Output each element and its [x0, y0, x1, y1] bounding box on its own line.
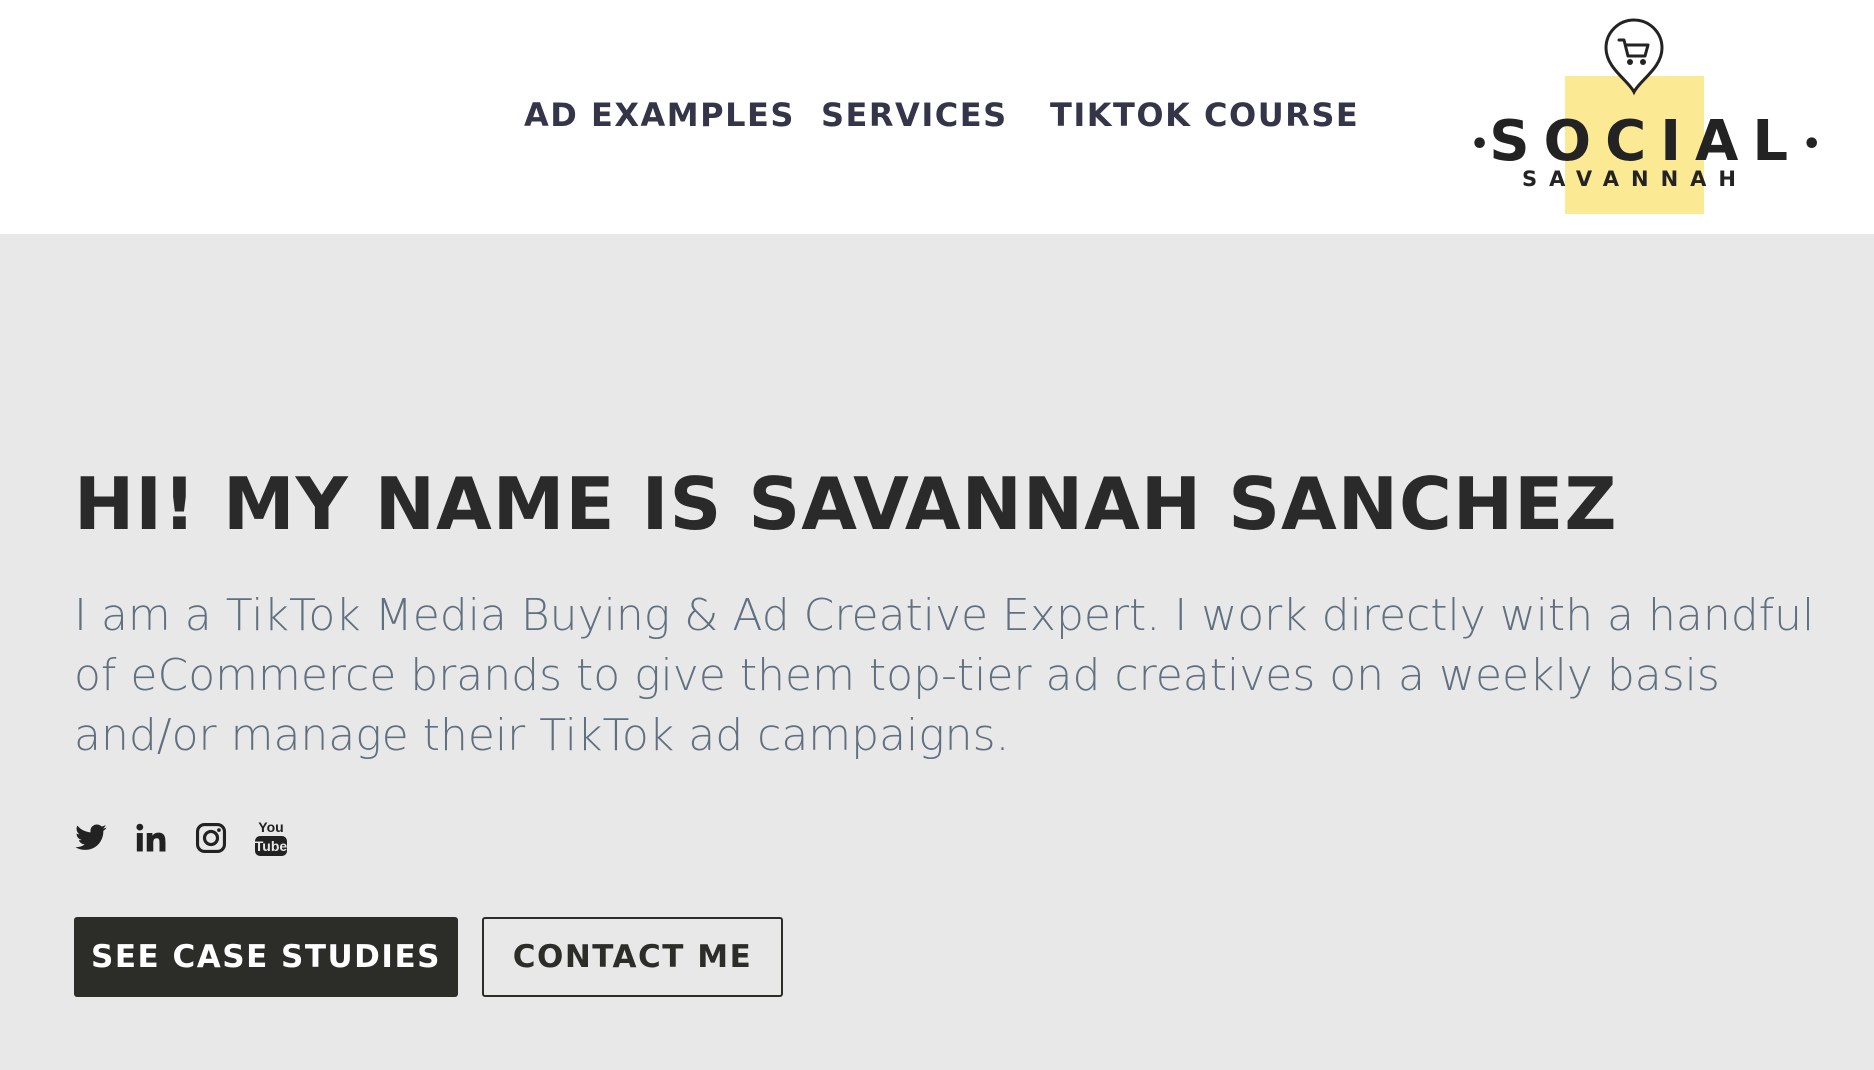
site-header: AD EXAMPLES SERVICES TIKTOK COURSE •SOCI…: [0, 0, 1874, 234]
instagram-icon[interactable]: [194, 818, 228, 858]
linkedin-icon[interactable]: [134, 818, 168, 858]
logo-subtitle: SAVANNAH: [1521, 167, 1748, 191]
nav-link-ad-examples[interactable]: AD EXAMPLES: [524, 92, 795, 138]
twitter-icon[interactable]: [74, 818, 108, 858]
hero-description: I am a TikTok Media Buying & Ad Creative…: [74, 590, 1815, 761]
shopping-cart-pin-icon: [1604, 18, 1664, 96]
hero-section: HI! MY NAME IS SAVANNAH SANCHEZ I am a T…: [0, 234, 1874, 1070]
see-case-studies-button[interactable]: SEE CASE STUDIES: [74, 917, 458, 997]
youtube-icon[interactable]: You Tube: [254, 818, 288, 858]
nav-link-tiktok-course[interactable]: TIKTOK COURSE: [1050, 92, 1359, 138]
contact-me-button[interactable]: CONTACT ME: [482, 917, 783, 997]
youtube-icon-bottom-text: Tube: [255, 838, 288, 854]
youtube-icon-top-text: You: [258, 819, 283, 835]
nav-link-services[interactable]: SERVICES: [821, 92, 1008, 138]
hero-title: HI! MY NAME IS SAVANNAH SANCHEZ: [74, 462, 1618, 546]
site-logo[interactable]: •SOCIAL• SAVANNAH: [1470, 14, 1821, 224]
